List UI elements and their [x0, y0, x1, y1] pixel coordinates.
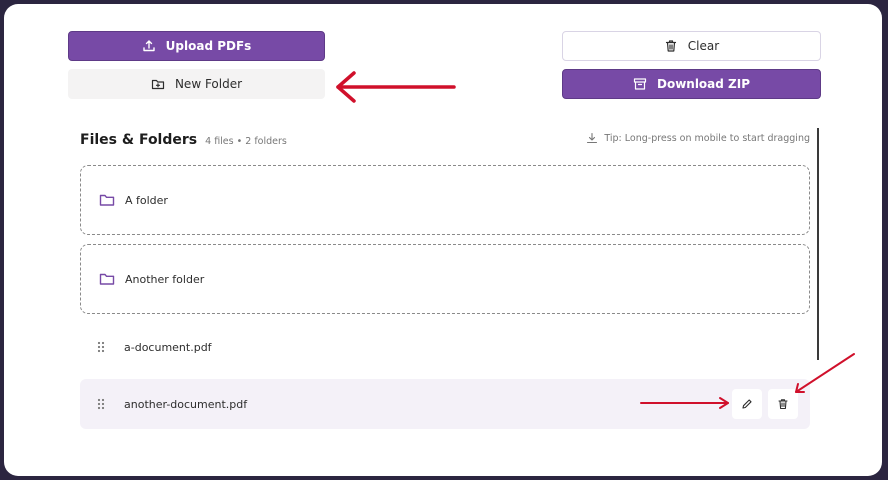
scrollbar[interactable] [817, 128, 819, 360]
file-folder-count: 4 files • 2 folders [205, 136, 287, 147]
folder-plus-icon [151, 79, 165, 90]
folder-item[interactable]: Another folder [80, 244, 810, 314]
new-folder-button[interactable]: New Folder [68, 69, 325, 99]
file-actions [732, 389, 798, 419]
delete-button[interactable] [768, 389, 798, 419]
upload-pdfs-label: Upload PDFs [165, 39, 252, 53]
trash-icon [778, 399, 788, 410]
archive-icon [633, 78, 647, 90]
file-name: another-document.pdf [124, 397, 248, 411]
drag-handle-icon[interactable] [96, 397, 106, 411]
new-folder-label: New Folder [174, 77, 243, 91]
drag-tip: Tip: Long-press on mobile to start dragg… [586, 132, 810, 144]
tip-text: Tip: Long-press on mobile to start dragg… [604, 132, 810, 144]
folder-name: A folder [125, 193, 168, 207]
annotation-arrow-new-folder [336, 71, 456, 103]
upload-icon [142, 40, 155, 52]
rename-button[interactable] [732, 389, 762, 419]
folder-icon [99, 273, 115, 285]
files-section-header: Files & Folders 4 files • 2 folders Tip:… [80, 132, 810, 152]
clear-label: Clear [687, 39, 720, 53]
clear-button[interactable]: Clear [562, 31, 821, 61]
download-arrow-icon [587, 132, 598, 144]
file-item[interactable]: a-document.pdf [80, 322, 810, 372]
pencil-icon [742, 399, 752, 409]
folder-item[interactable]: A folder [80, 165, 810, 235]
upload-pdfs-button[interactable]: Upload PDFs [68, 31, 325, 61]
trash-icon [665, 40, 676, 52]
download-zip-button[interactable]: Download ZIP [562, 69, 821, 99]
section-title: Files & Folders [80, 132, 198, 148]
download-zip-label: Download ZIP [656, 77, 751, 91]
drag-handle-icon[interactable] [96, 340, 106, 354]
folder-icon [99, 194, 115, 206]
app-frame: Upload PDFs New Folder Clear Download ZI… [4, 4, 882, 476]
file-name: a-document.pdf [124, 340, 212, 354]
folder-name: Another folder [125, 272, 205, 286]
file-item[interactable]: another-document.pdf [80, 379, 810, 429]
